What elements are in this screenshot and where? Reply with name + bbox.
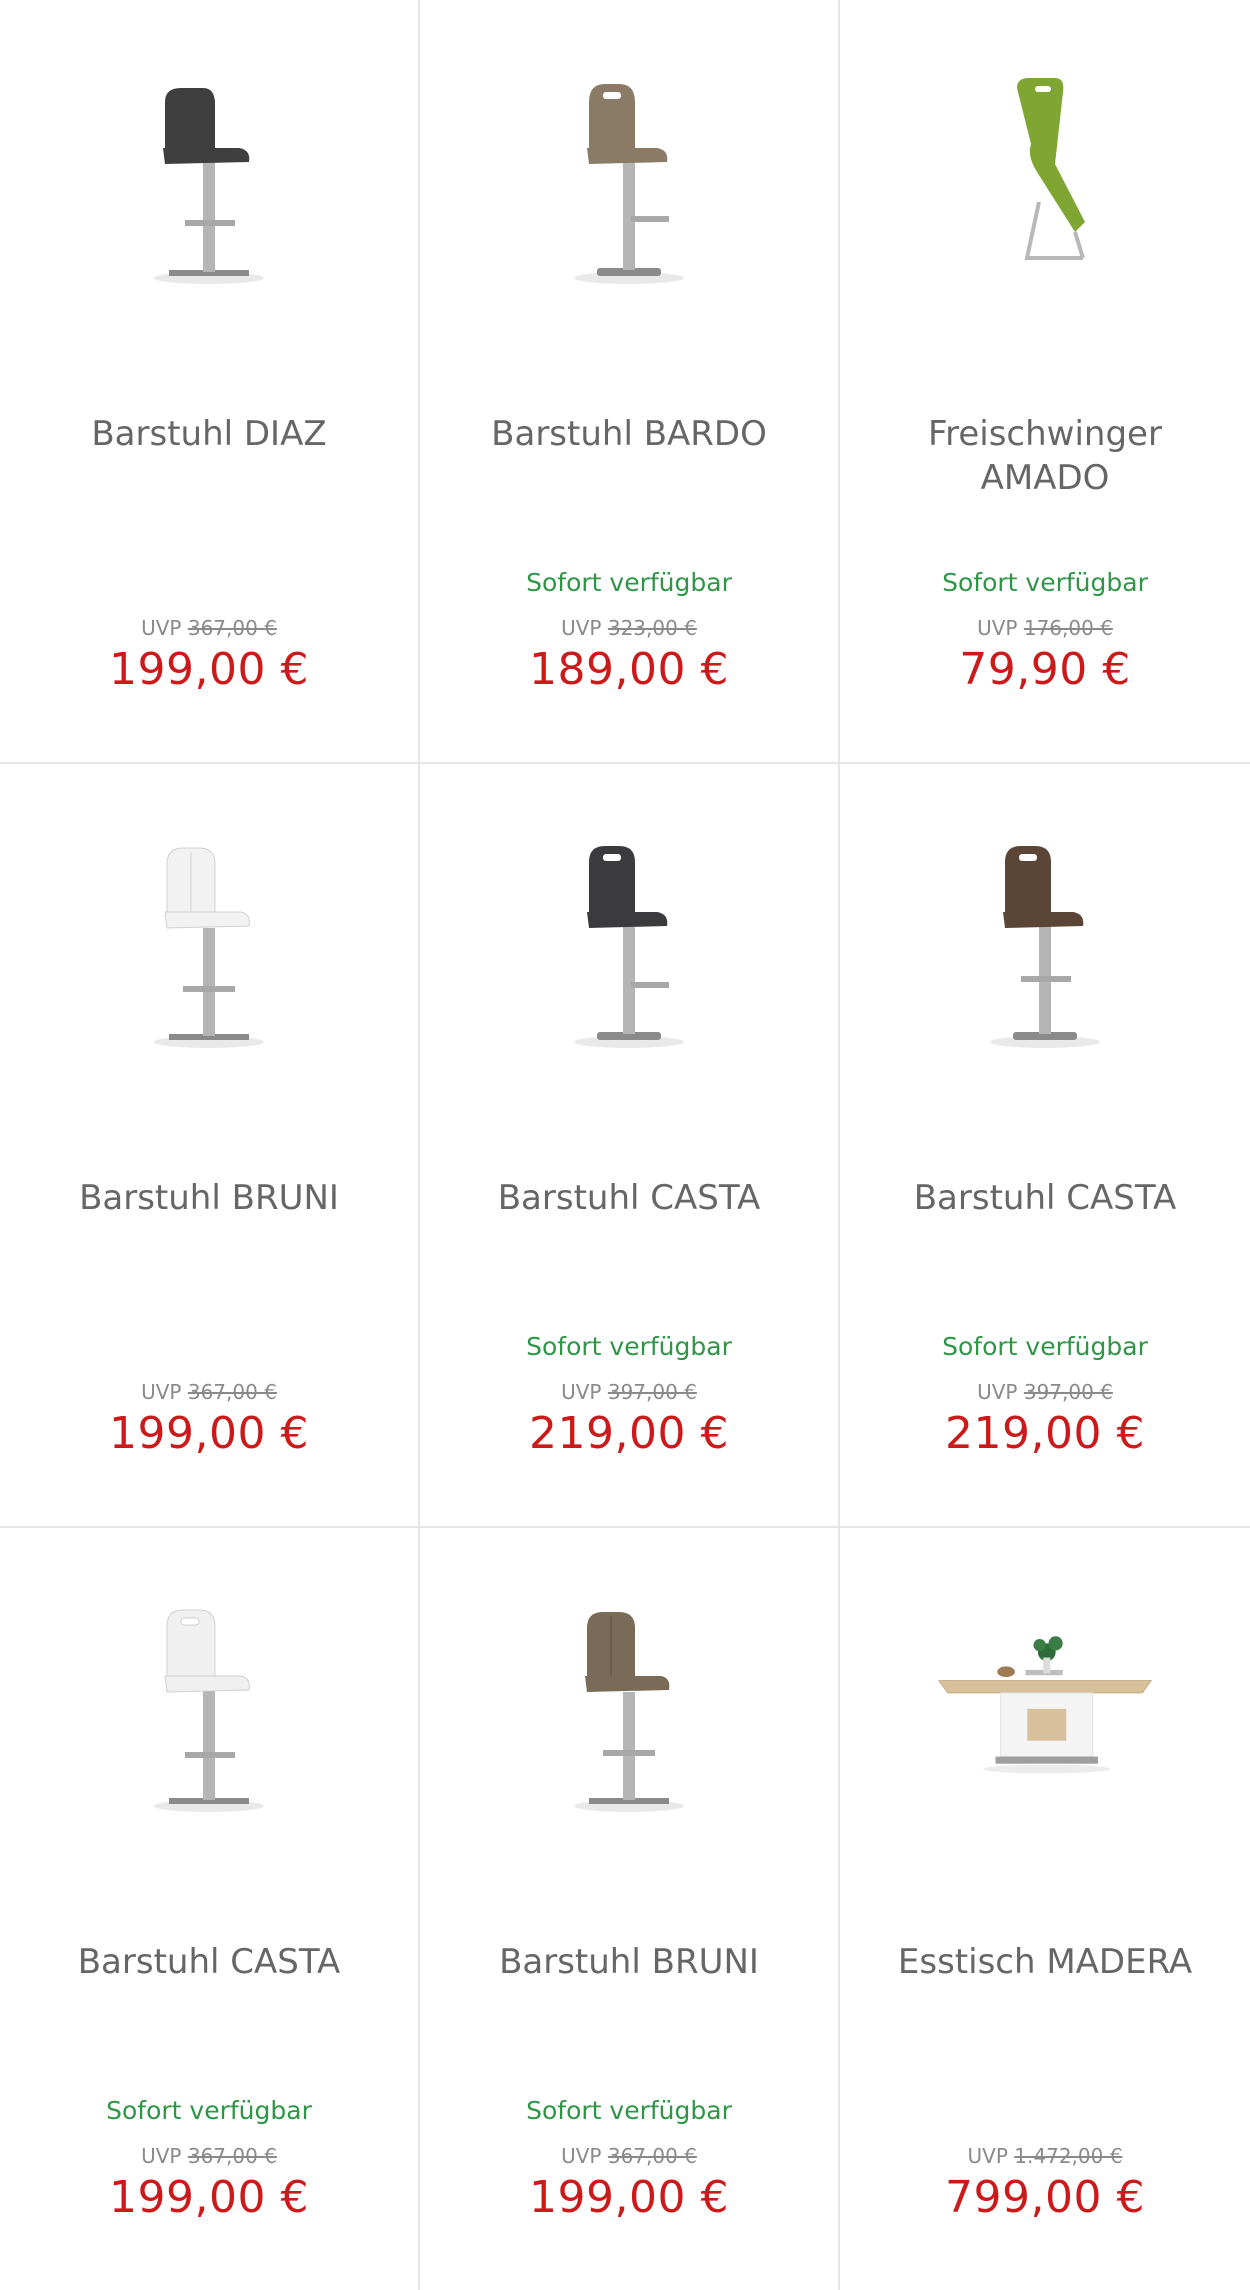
product-image[interactable] xyxy=(930,1562,1160,1838)
product-title[interactable]: Esstisch MADERA xyxy=(864,1940,1226,1984)
uvp-value: 323,00 € xyxy=(607,616,697,640)
uvp-price: UVP 367,00 € xyxy=(420,2144,838,2168)
availability-status: Sofort verfügbar xyxy=(106,2096,312,2125)
uvp-value: 397,00 € xyxy=(607,1380,697,1404)
barstool-icon xyxy=(574,846,684,1048)
product-price: 219,00 € xyxy=(529,1408,729,1459)
barstool-icon xyxy=(574,84,684,284)
uvp-value: 367,00 € xyxy=(607,2144,697,2168)
product-price: 79,90 € xyxy=(959,644,1131,695)
product-card[interactable]: Barstuhl BRUNI UVP 367,00 € 199,00 € xyxy=(0,764,418,1526)
product-title[interactable]: Barstuhl CASTA xyxy=(24,1940,394,1984)
product-price: 199,00 € xyxy=(109,1408,309,1459)
product-price: 199,00 € xyxy=(529,2172,729,2223)
product-title[interactable]: Barstuhl BARDO xyxy=(444,412,814,456)
barstool-icon xyxy=(990,846,1100,1048)
product-card[interactable]: Barstuhl DIAZ UVP 367,00 € 199,00 € xyxy=(0,0,418,762)
product-grid: Barstuhl DIAZ UVP 367,00 € 199,00 € Bars… xyxy=(0,0,1250,2290)
product-price: 189,00 € xyxy=(529,644,729,695)
product-title[interactable]: Barstuhl BRUNI xyxy=(444,1940,814,1984)
uvp-label: UVP xyxy=(977,616,1018,640)
product-image[interactable] xyxy=(94,1562,324,1838)
availability-status: Sofort verfügbar xyxy=(942,1332,1148,1361)
product-image[interactable] xyxy=(930,798,1160,1074)
dining-table-icon xyxy=(937,1636,1153,1774)
barstool-icon xyxy=(154,847,264,1048)
product-card[interactable]: Barstuhl CASTA Sofort verfügbar UVP 397,… xyxy=(420,764,838,1526)
uvp-value: 397,00 € xyxy=(1023,1380,1113,1404)
uvp-label: UVP xyxy=(141,1380,182,1404)
uvp-label: UVP xyxy=(561,2144,602,2168)
barstool-icon xyxy=(574,1612,684,1812)
uvp-label: UVP xyxy=(561,616,602,640)
uvp-label: UVP xyxy=(141,616,182,640)
uvp-value: 176,00 € xyxy=(1023,616,1113,640)
product-price: 199,00 € xyxy=(109,644,309,695)
uvp-value: 1.472,00 € xyxy=(1014,2144,1123,2168)
uvp-label: UVP xyxy=(977,1380,1018,1404)
uvp-value: 367,00 € xyxy=(187,1380,277,1404)
uvp-price: UVP 323,00 € xyxy=(420,616,838,640)
product-price: 219,00 € xyxy=(945,1408,1145,1459)
product-card[interactable]: Barstuhl CASTA Sofort verfügbar UVP 397,… xyxy=(840,764,1250,1526)
product-card[interactable]: Freischwinger AMADO Sofort verfügbar UVP… xyxy=(840,0,1250,762)
availability-status: Sofort verfügbar xyxy=(942,568,1148,597)
product-card[interactable]: Barstuhl BARDO Sofort verfügbar UVP 323,… xyxy=(420,0,838,762)
uvp-label: UVP xyxy=(561,1380,602,1404)
availability-status: Sofort verfügbar xyxy=(526,568,732,597)
product-title[interactable]: Barstuhl DIAZ xyxy=(24,412,394,456)
product-card[interactable]: Barstuhl CASTA Sofort verfügbar UVP 367,… xyxy=(0,1528,418,2290)
availability-status: Sofort verfügbar xyxy=(526,2096,732,2125)
product-title[interactable]: Barstuhl CASTA xyxy=(444,1176,814,1220)
uvp-price: UVP 176,00 € xyxy=(840,616,1250,640)
product-image[interactable] xyxy=(514,798,744,1074)
uvp-value: 367,00 € xyxy=(187,616,277,640)
product-price: 199,00 € xyxy=(109,2172,309,2223)
product-title[interactable]: Barstuhl BRUNI xyxy=(24,1176,394,1220)
uvp-label: UVP xyxy=(967,2144,1008,2168)
cantilever-chair-icon xyxy=(1017,78,1085,260)
uvp-price: UVP 1.472,00 € xyxy=(840,2144,1250,2168)
uvp-price: UVP 367,00 € xyxy=(0,2144,418,2168)
product-card[interactable]: Barstuhl BRUNI Sofort verfügbar UVP 367,… xyxy=(420,1528,838,2290)
product-price: 799,00 € xyxy=(945,2172,1145,2223)
product-image[interactable] xyxy=(94,798,324,1074)
availability-status: Sofort verfügbar xyxy=(526,1332,732,1361)
product-title[interactable]: Freischwinger AMADO xyxy=(864,412,1226,500)
product-image[interactable] xyxy=(930,34,1160,310)
product-image[interactable] xyxy=(514,34,744,310)
barstool-icon xyxy=(154,1609,264,1812)
uvp-price: UVP 367,00 € xyxy=(0,616,418,640)
product-title[interactable]: Barstuhl CASTA xyxy=(864,1176,1226,1220)
product-image[interactable] xyxy=(94,34,324,310)
uvp-price: UVP 397,00 € xyxy=(420,1380,838,1404)
uvp-price: UVP 367,00 € xyxy=(0,1380,418,1404)
product-card[interactable]: Esstisch MADERA UVP 1.472,00 € 799,00 € xyxy=(840,1528,1250,2290)
uvp-value: 367,00 € xyxy=(187,2144,277,2168)
product-image[interactable] xyxy=(514,1562,744,1838)
uvp-price: UVP 397,00 € xyxy=(840,1380,1250,1404)
uvp-label: UVP xyxy=(141,2144,182,2168)
barstool-icon xyxy=(154,88,264,284)
